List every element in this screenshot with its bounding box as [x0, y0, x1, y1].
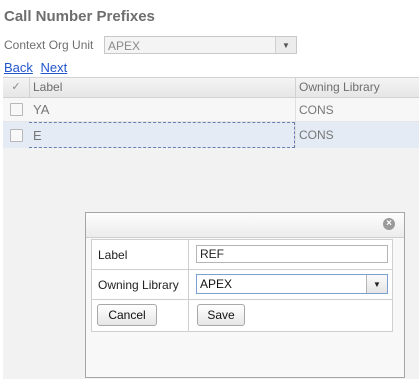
- context-org-unit-select[interactable]: APEX ▼: [104, 36, 297, 54]
- table-row-selected[interactable]: E CONS: [3, 122, 419, 148]
- back-link[interactable]: Back: [4, 60, 33, 75]
- prefix-form: Label Owning Library APEX ▼ Cancel: [91, 239, 393, 332]
- label-field-row: Label: [92, 240, 392, 270]
- pager-nav: Back Next: [4, 60, 71, 75]
- column-header-label[interactable]: Label: [29, 78, 295, 97]
- dialog-actions-row: Cancel Save: [92, 300, 392, 331]
- close-icon[interactable]: ×: [383, 218, 395, 230]
- select-all-header[interactable]: ✓: [3, 78, 29, 97]
- column-header-owning-library[interactable]: Owning Library: [295, 78, 419, 97]
- context-org-unit-label: Context Org Unit: [4, 38, 94, 52]
- owning-library-value: APEX: [200, 277, 233, 291]
- call-number-prefixes-page: Call Number Prefixes Context Org Unit AP…: [0, 0, 419, 379]
- edit-prefix-dialog: × Label Owning Library APEX ▼: [85, 212, 405, 378]
- chevron-down-icon[interactable]: ▼: [275, 37, 296, 53]
- chevron-down-icon[interactable]: ▼: [366, 275, 387, 293]
- row-owning-library: CONS: [295, 98, 419, 121]
- row-checkbox[interactable]: [9, 103, 23, 116]
- owning-library-field-label: Owning Library: [92, 270, 189, 299]
- owning-library-field-row: Owning Library APEX ▼: [92, 270, 392, 300]
- dialog-titlebar[interactable]: ×: [86, 213, 404, 238]
- row-label: YA: [33, 102, 50, 117]
- page-title: Call Number Prefixes: [4, 8, 155, 25]
- cancel-button[interactable]: Cancel: [97, 304, 157, 326]
- owning-library-select[interactable]: APEX ▼: [196, 274, 388, 294]
- next-link[interactable]: Next: [41, 60, 68, 75]
- label-field-label: Label: [92, 240, 189, 269]
- row-label: E: [29, 122, 295, 148]
- row-checkbox[interactable]: [9, 128, 23, 142]
- table-row[interactable]: YA CONS: [3, 98, 419, 122]
- row-owning-library: CONS: [295, 122, 419, 148]
- save-button[interactable]: Save: [197, 304, 245, 326]
- label-input[interactable]: [196, 245, 388, 263]
- context-org-unit-value: APEX: [108, 39, 141, 53]
- grid-header: ✓ Label Owning Library: [3, 77, 419, 98]
